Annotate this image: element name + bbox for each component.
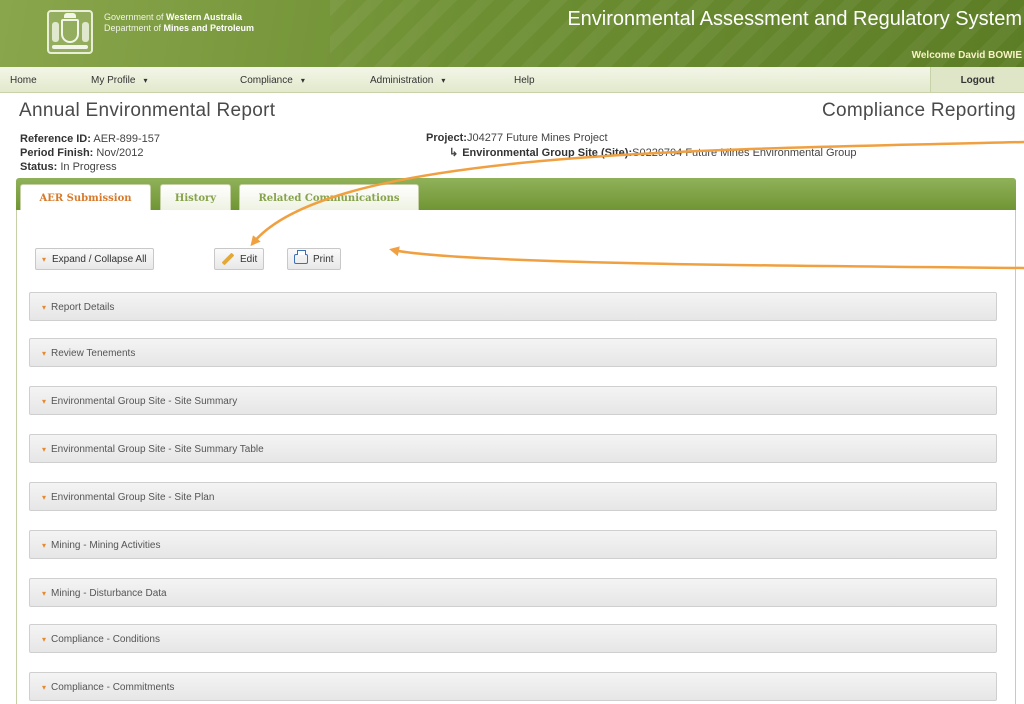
chevron-down-icon: ▾: [42, 541, 47, 550]
section-site-summary-table[interactable]: ▾ Environmental Group Site - Site Summary…: [29, 434, 997, 463]
chevron-down-icon: ▾: [143, 76, 148, 85]
section-site-summary[interactable]: ▾ Environmental Group Site - Site Summary: [29, 386, 997, 415]
tab-strip: AER Submission History Related Communica…: [16, 178, 1016, 210]
project-info: Project:J04277 Future Mines Project: [426, 132, 608, 144]
system-title: Environmental Assessment and Regulatory …: [567, 8, 1022, 30]
menu-compliance[interactable]: Compliance ▾: [240, 75, 305, 86]
logout-button[interactable]: Logout: [930, 67, 1024, 92]
section-disturbance-data[interactable]: ▾ Mining - Disturbance Data: [29, 578, 997, 607]
welcome-user: Welcome David BOWIE: [911, 50, 1022, 61]
chevron-down-icon: ▾: [42, 635, 47, 644]
report-meta: Reference ID: AER-899-157 Period Finish:…: [20, 132, 160, 174]
section-title: Compliance Reporting: [822, 100, 1016, 121]
status: Status: In Progress: [20, 161, 117, 173]
tab-related-communications[interactable]: Related Communications: [239, 184, 419, 210]
wa-crest-icon: [47, 10, 93, 54]
menu-home[interactable]: Home: [10, 75, 37, 86]
menu-my-profile[interactable]: My Profile ▾: [91, 75, 147, 86]
chevron-down-icon: ▾: [42, 445, 47, 454]
section-compliance-conditions[interactable]: ▾ Compliance - Conditions: [29, 624, 997, 653]
chevron-down-icon: ▾: [42, 397, 47, 406]
period-finish: Period Finish: Nov/2012: [20, 147, 144, 159]
printer-icon: [294, 250, 308, 265]
tab-aer-submission[interactable]: AER Submission: [20, 184, 151, 210]
reference-id: Reference ID: AER-899-157: [20, 133, 161, 145]
chevron-down-icon: ▾: [441, 76, 446, 85]
menu-administration[interactable]: Administration ▾: [370, 75, 445, 86]
chevron-down-icon: ▾: [42, 589, 47, 598]
section-report-details[interactable]: ▾ Report Details: [29, 292, 997, 321]
chevron-down-icon: ▾: [42, 349, 47, 358]
tab-history[interactable]: History: [160, 184, 231, 210]
return-arrow-icon: ↳: [449, 147, 459, 159]
section-compliance-commitments[interactable]: ▾ Compliance - Commitments: [29, 672, 997, 701]
print-button[interactable]: Print: [287, 248, 341, 270]
menu-help[interactable]: Help: [514, 75, 535, 86]
pencil-icon: [221, 252, 235, 266]
section-review-tenements[interactable]: ▾ Review Tenements: [29, 338, 997, 367]
header-banner: Government of Western Australia Departme…: [0, 0, 1024, 67]
chevron-down-icon: ▾: [42, 493, 47, 502]
chevron-down-icon: ▾: [42, 255, 47, 264]
expand-collapse-all-button[interactable]: ▾ Expand / Collapse All: [35, 248, 154, 270]
chevron-down-icon: ▾: [42, 683, 47, 692]
site-info: ↳ Environmental Group Site (Site):S022970…: [449, 147, 857, 159]
page-title: Annual Environmental Report: [19, 100, 276, 121]
government-name: Government of Western Australia Departme…: [104, 12, 255, 33]
edit-button[interactable]: Edit: [214, 248, 265, 270]
section-mining-activities[interactable]: ▾ Mining - Mining Activities: [29, 530, 997, 559]
section-site-plan[interactable]: ▾ Environmental Group Site - Site Plan: [29, 482, 997, 511]
main-menu: Home My Profile ▾ Compliance ▾ Administrat…: [0, 67, 1024, 93]
chevron-down-icon: ▾: [300, 76, 305, 85]
chevron-down-icon: ▾: [42, 303, 47, 312]
